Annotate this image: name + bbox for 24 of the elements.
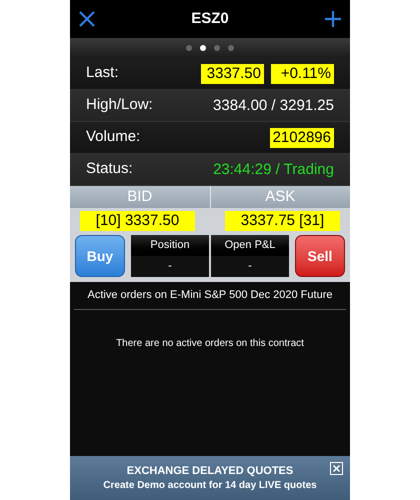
row-value: +0.11% — [271, 64, 334, 84]
row-value: 3384.00 / 3291.25 — [213, 96, 334, 116]
add-icon[interactable] — [324, 10, 342, 28]
close-icon[interactable] — [78, 10, 96, 28]
bid-price: [10] 3337.50 — [80, 211, 195, 231]
row-value: 3337.50 — [201, 64, 264, 84]
row-label: Last: — [86, 63, 119, 84]
orders-title: Active orders on E-Mini S&P 500 Dec 2020 Future — [88, 288, 332, 304]
ask-label: ASK — [264, 187, 296, 207]
open-pnl-value: - — [211, 256, 289, 277]
buy-button[interactable]: Buy — [75, 235, 125, 277]
sell-button[interactable]: Sell — [295, 235, 345, 277]
row-value: 2102896 — [270, 128, 334, 148]
row-value: 23:44:29 / Trading — [213, 160, 334, 180]
empty-orders-message: There are no active orders on this contract — [116, 337, 304, 350]
row-label: Volume: — [86, 127, 140, 148]
header-title: ESZ0 — [191, 8, 229, 29]
banner-title: EXCHANGE DELAYED QUOTES — [126, 464, 294, 478]
ask-price: 3337.75 [31] — [225, 211, 340, 231]
row-label: High/Low: — [86, 95, 153, 116]
bid-label: BID — [70, 186, 210, 208]
row-label: Status: — [86, 159, 133, 180]
position-value: - — [131, 256, 209, 277]
banner-subtitle: Create Demo account for 14 day LIVE quotes — [103, 478, 317, 492]
